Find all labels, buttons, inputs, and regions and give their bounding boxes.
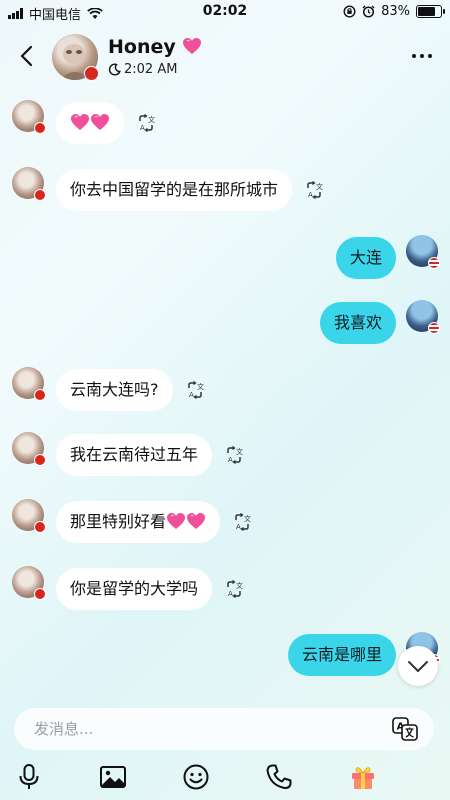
incoming-message: 那里特别好看 A 文	[0, 499, 450, 545]
translate-message-icon[interactable]: A文	[224, 445, 244, 465]
message-bubble[interactable]: 大连	[336, 237, 397, 279]
outgoing-message: 大连	[0, 235, 450, 281]
incoming-message: 云南大连吗? A 文	[0, 367, 450, 413]
outgoing-message: 我喜欢	[0, 300, 450, 346]
incoming-message: A文	[0, 100, 450, 146]
contact-name-text: Honey	[108, 36, 176, 58]
svg-text:A: A	[236, 523, 241, 531]
microphone-icon[interactable]	[14, 762, 44, 792]
status-bar: 中国电信 02:02 83%	[0, 0, 450, 24]
svg-text:A: A	[228, 456, 233, 464]
message-bubble[interactable]	[56, 102, 124, 144]
translate-message-icon[interactable]: A文	[136, 113, 156, 133]
translate-message-icon[interactable]: A文	[185, 380, 205, 400]
translate-message-icon[interactable]: A文	[304, 180, 324, 200]
outgoing-message: 云南是哪里	[0, 632, 450, 678]
svg-text:文: 文	[197, 382, 204, 391]
translate-message-icon[interactable]: A文	[232, 512, 252, 532]
back-icon[interactable]	[16, 44, 40, 68]
country-flag-icon	[34, 189, 46, 201]
contact-name: Honey	[108, 36, 202, 58]
phone-icon[interactable]	[264, 762, 294, 792]
message-text	[70, 113, 110, 132]
svg-text:文: 文	[316, 182, 323, 191]
country-flag-icon	[34, 454, 46, 466]
translate-icon[interactable]: A	[392, 717, 418, 741]
message-text: 大连	[350, 248, 383, 267]
svg-text:文: 文	[236, 447, 243, 456]
gift-icon[interactable]	[348, 762, 378, 792]
heart-emoji	[183, 38, 202, 54]
svg-text:文: 文	[244, 514, 251, 523]
battery-level	[418, 7, 435, 16]
svg-text:A: A	[189, 391, 194, 399]
message-bubble[interactable]: 你是留学的大学吗	[56, 568, 213, 610]
scroll-to-bottom-button[interactable]	[398, 646, 438, 686]
incoming-message: 你是留学的大学吗 A 文	[0, 566, 450, 612]
country-flag-icon	[34, 521, 46, 533]
battery-percent: 83%	[381, 4, 410, 19]
message-bubble[interactable]: 云南大连吗?	[56, 369, 173, 411]
status-right: 83%	[343, 4, 445, 19]
message-input[interactable]: 发消息... A	[14, 708, 434, 750]
country-flag-icon	[84, 66, 99, 81]
svg-text:文: 文	[148, 115, 155, 124]
contact-status: 2:02 AM	[108, 62, 177, 77]
message-text: 那里特别好看	[70, 512, 206, 531]
country-flag-icon	[34, 122, 46, 134]
rotation-lock-icon	[343, 5, 356, 18]
message-bubble[interactable]: 我喜欢	[320, 302, 397, 344]
incoming-message: 我在云南待过五年 A 文	[0, 432, 450, 478]
svg-text:A: A	[308, 191, 313, 199]
svg-text:A: A	[140, 124, 145, 132]
emoji-icon[interactable]	[181, 762, 211, 792]
local-time: 2:02 AM	[124, 62, 178, 77]
country-flag-icon	[34, 389, 46, 401]
message-text: 你是留学的大学吗	[70, 579, 199, 598]
image-icon[interactable]	[98, 762, 128, 792]
message-bubble[interactable]: 那里特别好看	[56, 501, 221, 543]
svg-text:A: A	[228, 590, 233, 598]
bottom-toolbar	[0, 756, 450, 800]
message-list[interactable]: A 文你去中国留学的是在那所城市 A 文大连 我喜欢 云南大连吗? A 文我在云南待过五年 A 文…	[0, 90, 450, 700]
message-text: 云南大连吗?	[70, 380, 159, 399]
country-flag-icon	[428, 322, 440, 334]
message-text: 云南是哪里	[302, 645, 383, 664]
message-bubble[interactable]: 我在云南待过五年	[56, 434, 213, 476]
message-text: 我在云南待过五年	[70, 445, 199, 464]
battery-icon	[416, 5, 445, 18]
country-flag-icon	[34, 588, 46, 600]
message-text: 你去中国留学的是在那所城市	[70, 180, 279, 199]
moon-icon	[108, 63, 121, 76]
message-input-placeholder: 发消息...	[34, 720, 94, 738]
svg-text:文: 文	[236, 581, 243, 590]
chat-header: Honey 2:02 AM	[0, 24, 450, 90]
message-bubble[interactable]: 云南是哪里	[288, 634, 397, 676]
incoming-message: 你去中国留学的是在那所城市 A 文	[0, 167, 450, 213]
alarm-icon	[362, 5, 375, 18]
message-bubble[interactable]: 你去中国留学的是在那所城市	[56, 169, 293, 211]
country-flag-icon	[428, 257, 440, 269]
chevron-down-icon	[408, 661, 428, 672]
message-text: 我喜欢	[334, 313, 383, 332]
more-options-icon[interactable]	[412, 54, 432, 58]
translate-message-icon[interactable]: A文	[224, 579, 244, 599]
